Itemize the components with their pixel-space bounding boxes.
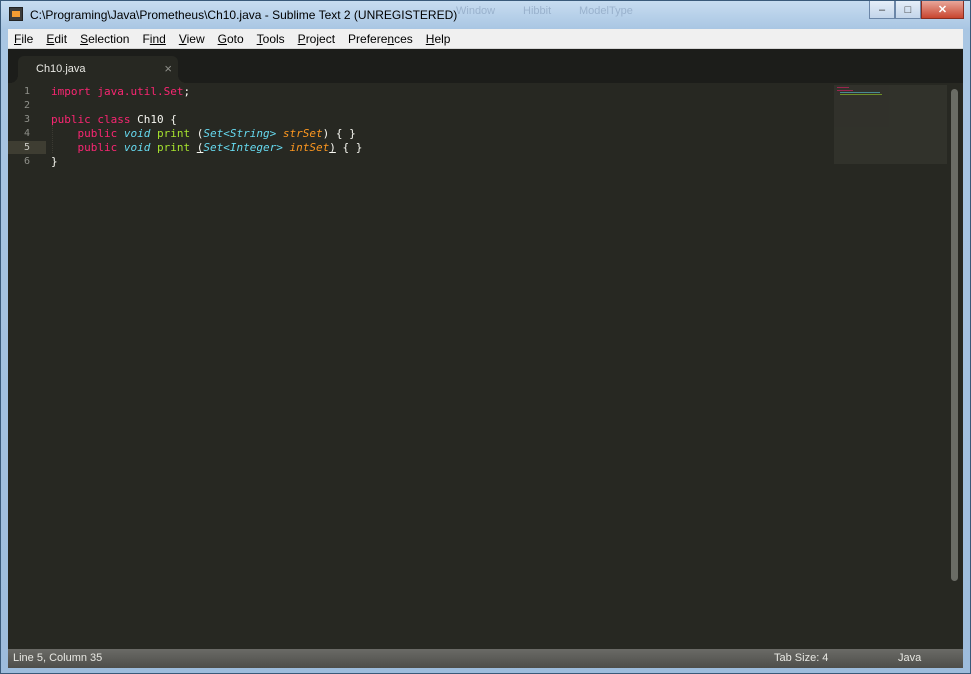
- close-button[interactable]: ✕: [921, 1, 964, 19]
- tab-label: Ch10.java: [36, 63, 86, 75]
- param-type: Set<Integer>: [203, 141, 283, 154]
- line-number: 6: [23, 156, 30, 167]
- semicolon: ;: [183, 85, 191, 98]
- paren-close-matched: ): [329, 141, 336, 154]
- vertical-scrollbar[interactable]: [949, 85, 961, 647]
- menu-bar: File Edit Selection Find View Goto Tools…: [8, 29, 963, 49]
- method-body: { }: [342, 141, 363, 154]
- minimap-line: [840, 92, 880, 93]
- menu-label: roject: [305, 31, 336, 46]
- param-name: intSet: [289, 141, 330, 154]
- background-window-text: Hibbit: [523, 5, 552, 17]
- keyword-void: void: [123, 127, 151, 140]
- method-name: print: [157, 127, 191, 140]
- code-line-6: }: [51, 155, 58, 169]
- menu-project[interactable]: Project: [292, 32, 342, 46]
- menu-label: F: [142, 31, 150, 46]
- minimize-button[interactable]: –: [869, 1, 895, 19]
- paren-close: ): [322, 127, 330, 140]
- import-package: java.util.Set: [97, 85, 184, 98]
- method-body: { }: [335, 127, 356, 140]
- menu-label: ces: [394, 31, 413, 46]
- menu-mnemonic: S: [80, 31, 89, 46]
- syntax-indicator[interactable]: Java: [898, 652, 921, 664]
- scrollbar-thumb[interactable]: [951, 89, 958, 581]
- code-editor[interactable]: 1 2 3 4 5 6 import java.util.Set; public…: [8, 83, 963, 649]
- menu-label: Prefere: [348, 31, 388, 46]
- tab-strip: Ch10.java ×: [8, 49, 963, 83]
- menu-mnemonic: G: [217, 31, 227, 46]
- tab-ch10-java[interactable]: Ch10.java ×: [10, 56, 186, 83]
- line-number-gutter: 1 2 3 4 5 6: [8, 83, 46, 649]
- title-bar[interactable]: C:\Programing\Java\Prometheus\Ch10.java …: [1, 1, 970, 29]
- menu-label: elp: [434, 31, 451, 46]
- brace: {: [170, 113, 177, 126]
- keyword-public: public: [51, 113, 91, 126]
- minimap-line: [837, 90, 853, 91]
- brace: }: [51, 155, 58, 168]
- menu-label: election: [88, 31, 130, 46]
- code-line-4: public void print (Set<String> strSet) {…: [51, 127, 356, 141]
- window-title: C:\Programing\Java\Prometheus\Ch10.java …: [30, 8, 458, 22]
- menu-mnemonic: V: [178, 31, 187, 46]
- keyword-public: public: [77, 141, 118, 154]
- sublime-app-icon[interactable]: [9, 7, 23, 21]
- menu-view[interactable]: View: [173, 32, 212, 46]
- maximize-button[interactable]: □: [895, 1, 921, 19]
- tab-close-icon[interactable]: ×: [164, 61, 172, 76]
- keyword-class: class: [97, 113, 131, 126]
- menu-help[interactable]: Help: [420, 32, 458, 46]
- menu-label: ile: [21, 31, 34, 46]
- status-bar: Line 5, Column 35 Tab Size: 4 Java: [8, 649, 963, 668]
- line-number: 5: [23, 142, 30, 153]
- keyword-void: void: [123, 141, 151, 154]
- code-area[interactable]: import java.util.Set; public class Ch10 …: [51, 83, 843, 649]
- menu-selection[interactable]: Selection: [74, 32, 136, 46]
- menu-mnemonic: ind: [149, 31, 166, 46]
- line-number: 3: [23, 114, 30, 125]
- code-line-1: import java.util.Set;: [51, 85, 190, 99]
- menu-label: oto: [226, 31, 244, 46]
- menu-label: iew: [186, 31, 205, 46]
- menu-mnemonic: P: [297, 31, 306, 46]
- background-window-text: ModelType: [579, 5, 633, 17]
- menu-find[interactable]: Find: [136, 32, 172, 46]
- background-window-text: Window: [456, 5, 496, 17]
- keyword-import: import: [51, 85, 91, 98]
- method-name: print: [157, 141, 191, 154]
- minimap[interactable]: [834, 85, 947, 164]
- minimap-line: [840, 94, 882, 95]
- menu-tools[interactable]: Tools: [251, 32, 292, 46]
- code-line-3: public class Ch10 {: [51, 113, 177, 127]
- window-controls: – □ ✕: [869, 1, 964, 21]
- class-name: Ch10: [137, 113, 164, 126]
- menu-file[interactable]: File: [8, 32, 40, 46]
- minimap-line: [837, 87, 849, 88]
- keyword-public: public: [77, 127, 118, 140]
- line-number: 1: [23, 86, 30, 97]
- menu-goto[interactable]: Goto: [212, 32, 251, 46]
- menu-preferences[interactable]: Preferences: [342, 32, 420, 46]
- line-number: 4: [23, 128, 30, 139]
- line-number: 2: [23, 100, 30, 111]
- cursor-position: Line 5, Column 35: [13, 652, 103, 664]
- param-type: Set<String>: [203, 127, 277, 140]
- application-window: C:\Programing\Java\Prometheus\Ch10.java …: [0, 0, 971, 674]
- menu-label: dit: [54, 31, 68, 46]
- menu-label: ools: [262, 31, 285, 46]
- menu-edit[interactable]: Edit: [40, 32, 74, 46]
- tab-size-indicator[interactable]: Tab Size: 4: [774, 652, 828, 664]
- code-line-5: public void print (Set<Integer> intSet) …: [51, 141, 363, 155]
- param-name: strSet: [282, 127, 323, 140]
